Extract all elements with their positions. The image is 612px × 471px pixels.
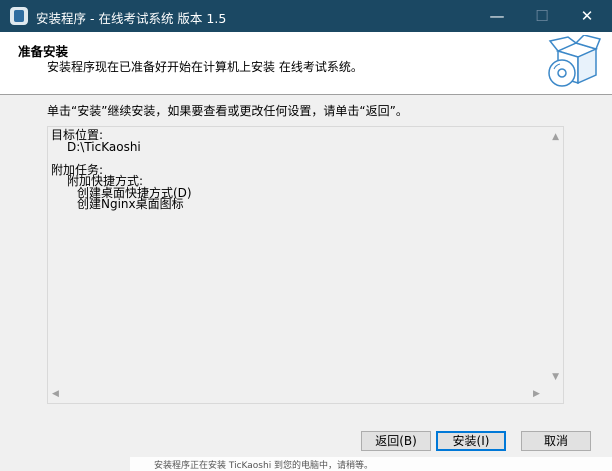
close-button[interactable]: ✕: [564, 0, 610, 32]
app-icon: [10, 7, 28, 25]
background-window-strip: 安装程序正在安装 TicKaoshi 到您的电脑中，请稍等。: [130, 457, 612, 471]
scroll-left-icon[interactable]: ◀: [52, 389, 59, 399]
maximize-button[interactable]: ☐: [519, 0, 565, 32]
scrollbar-corner: [546, 386, 563, 403]
scroll-down-icon[interactable]: ▼: [552, 372, 559, 382]
vertical-scrollbar[interactable]: ▲ ▼: [546, 127, 563, 386]
memo-task-2: 创建Nginx桌面图标: [77, 197, 184, 211]
back-button[interactable]: 返回(B): [361, 431, 431, 451]
install-box-icon: [548, 35, 602, 87]
instruction-text: 单击“安装”继续安装，如果要查看或更改任何设置，请单击“返回”。: [47, 104, 408, 118]
cancel-button[interactable]: 取消: [521, 431, 591, 451]
minimize-button[interactable]: —: [474, 0, 520, 32]
ready-memo[interactable]: 目标位置: D:\TicKaoshi 附加任务: 附加快捷方式: 创建桌面快捷方…: [47, 126, 564, 404]
installer-window: 安装程序 - 在线考试系统 版本 1.5 — ☐ ✕ 准备安装 安装程序现在已准…: [0, 0, 612, 471]
page-subtitle: 安装程序现在已准备好开始在计算机上安装 在线考试系统。: [47, 60, 363, 74]
memo-dest-value: D:\TicKaoshi: [67, 139, 141, 154]
memo-content: 目标位置: D:\TicKaoshi 附加任务: 附加快捷方式: 创建桌面快捷方…: [51, 129, 192, 211]
scroll-right-icon[interactable]: ▶: [533, 389, 540, 399]
wizard-header: 准备安装 安装程序现在已准备好开始在计算机上安装 在线考试系统。: [0, 32, 612, 94]
title-bar[interactable]: 安装程序 - 在线考试系统 版本 1.5 — ☐ ✕: [0, 0, 612, 32]
horizontal-scrollbar[interactable]: ◀ ▶: [48, 386, 546, 403]
header-divider: [0, 94, 612, 95]
window-title: 安装程序 - 在线考试系统 版本 1.5: [36, 11, 227, 26]
background-window-text: 安装程序正在安装 TicKaoshi 到您的电脑中，请稍等。: [154, 461, 374, 471]
install-button[interactable]: 安装(I): [436, 431, 506, 451]
scroll-up-icon[interactable]: ▲: [552, 132, 559, 142]
